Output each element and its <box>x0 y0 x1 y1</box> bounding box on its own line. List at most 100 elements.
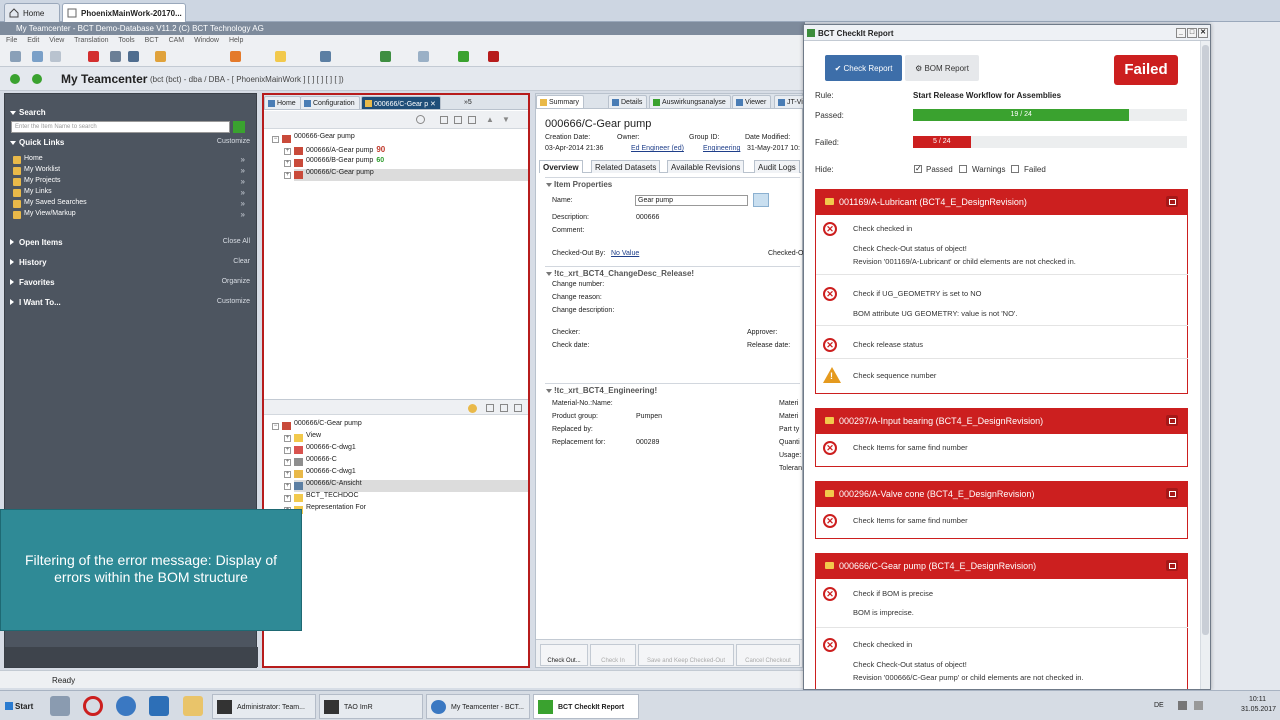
maximize-icon[interactable]: □ <box>1187 28 1197 38</box>
menu-help[interactable]: Help <box>229 37 243 44</box>
bom-report-button[interactable]: ⚙ BOM Report <box>905 55 979 81</box>
tab-overview[interactable]: Overview <box>539 160 583 173</box>
dialog-scrollbar[interactable] <box>1200 41 1210 689</box>
quick-link-saved-searches[interactable]: My Saved Searches» <box>13 199 245 210</box>
checked-out-value[interactable]: No Value <box>611 250 639 257</box>
open-external-icon[interactable] <box>1166 196 1178 207</box>
copy-icon[interactable] <box>50 51 61 62</box>
tree-item-techdoc[interactable]: BCT_TECHDOC <box>294 492 359 504</box>
menu-cam[interactable]: CAM <box>169 37 185 44</box>
i-want-to-section[interactable]: I Want To... Customize <box>5 294 258 310</box>
network-icon[interactable] <box>1178 701 1187 710</box>
back-icon[interactable] <box>10 74 20 84</box>
tree-expand-toggle[interactable]: + <box>284 172 291 179</box>
hide-failed-checkbox[interactable] <box>1011 165 1019 173</box>
open-external-icon[interactable] <box>1166 560 1178 571</box>
quick-link-view-markup[interactable]: My View/Markup» <box>13 210 245 221</box>
tab-viewer[interactable]: Viewer <box>732 95 772 108</box>
layout-icon[interactable] <box>128 51 139 62</box>
start-button[interactable]: Start <box>2 696 38 716</box>
tree-item-model[interactable]: 000666-C <box>294 456 337 468</box>
minimize-icon[interactable]: _ <box>1176 28 1186 38</box>
cut-icon[interactable] <box>110 51 121 62</box>
expand-below-icon[interactable] <box>514 404 522 412</box>
browser-tab-phoenix[interactable]: PhoenixMainWork-20170... <box>62 3 186 22</box>
tree-item-representation[interactable]: Representation For <box>294 504 366 516</box>
quick-link-home[interactable]: Home» <box>13 155 245 166</box>
arrow-up-icon[interactable]: ▲ <box>486 115 494 124</box>
tree-expand-toggle[interactable]: + <box>284 435 291 442</box>
tree-item-ansicht[interactable]: 000666/C-Ansicht <box>294 480 528 492</box>
collapse-all-icon[interactable] <box>486 404 494 412</box>
explorer-icon[interactable] <box>183 696 203 716</box>
tree-expand-toggle[interactable]: + <box>284 495 291 502</box>
forward-icon[interactable] <box>32 74 42 84</box>
folder-icon[interactable] <box>275 51 286 62</box>
menu-view[interactable]: View <box>49 37 64 44</box>
search-section[interactable]: Search <box>5 104 258 120</box>
open-icon[interactable] <box>32 51 43 62</box>
tab-overflow[interactable]: »5 <box>452 96 476 109</box>
computer-icon[interactable] <box>50 696 70 716</box>
tree-expand-toggle[interactable]: + <box>284 447 291 454</box>
volume-icon[interactable] <box>1194 701 1203 710</box>
organize-link[interactable]: Organize <box>222 278 250 285</box>
taskbar-my-teamcenter[interactable]: My Teamcenter - BCT... <box>426 694 530 719</box>
engineering-section[interactable]: !tc_xrt_BCT4_Engineering! <box>545 383 800 395</box>
tree-item-revision-b[interactable]: 000666/B-Gear pump 60 <box>294 157 384 169</box>
quick-link-worklist[interactable]: My Worklist» <box>13 166 245 177</box>
taskbar-tao-imr[interactable]: TAO ImR <box>319 694 423 719</box>
scrollbar-thumb[interactable] <box>1202 45 1209 635</box>
tab-audit-logs[interactable]: Audit Logs <box>754 160 800 173</box>
tab-impact-analysis[interactable]: Auswirkungsanalyse <box>649 95 731 108</box>
tree-expand-toggle[interactable]: + <box>284 459 291 466</box>
quick-links-section[interactable]: Quick Links Customize <box>5 134 258 150</box>
expand-all-icon[interactable] <box>500 404 508 412</box>
group-link[interactable]: Engineering <box>703 145 740 152</box>
clock-time[interactable]: 10:11 <box>1249 696 1266 703</box>
history-section[interactable]: History Clear <box>5 254 258 270</box>
add-icon[interactable] <box>468 404 477 413</box>
arrow-down-icon[interactable]: ▼ <box>502 115 510 124</box>
cancel-checkout-button[interactable]: Cancel Checkout <box>736 644 800 666</box>
workflow-icon[interactable] <box>380 51 391 62</box>
tree-item-dwg1[interactable]: 000666-C-dwg1 <box>294 444 356 456</box>
tab-summary[interactable]: Summary <box>536 95 584 108</box>
refresh-icon[interactable] <box>458 51 469 62</box>
translate-icon[interactable] <box>753 193 769 207</box>
menu-bct[interactable]: BCT <box>145 37 159 44</box>
tree-item-gear-pump[interactable]: 000666-Gear pump <box>282 133 355 145</box>
tool-icon[interactable] <box>230 51 241 62</box>
tab-related-datasets[interactable]: Related Datasets <box>591 160 661 173</box>
card-header[interactable]: 000666/C-Gear pump (BCT4_E_DesignRevisio… <box>815 553 1188 579</box>
tree-item-revision-c[interactable]: 000666/C-Gear pump <box>294 169 528 181</box>
check-out-button[interactable]: Check Out... <box>540 644 588 666</box>
collapse-all-icon[interactable] <box>440 116 448 124</box>
tree-collapse-toggle[interactable]: − <box>272 423 279 430</box>
tab-available-revisions[interactable]: Available Revisions <box>667 160 745 173</box>
tree-item-revision-a[interactable]: 000666/A-Gear pump 90 <box>294 145 385 157</box>
teamcenter-icon[interactable] <box>116 696 136 716</box>
favorites-section[interactable]: Favorites Organize <box>5 274 258 290</box>
check-report-button[interactable]: ✔ Check Report <box>825 55 902 81</box>
card-header[interactable]: 000297/A-Input bearing (BCT4_E_DesignRev… <box>815 408 1188 434</box>
customize-link[interactable]: Customize <box>217 138 250 145</box>
quick-link-links[interactable]: My Links» <box>13 188 245 199</box>
hide-warnings-checkbox[interactable] <box>959 165 967 173</box>
delete-icon[interactable] <box>88 51 99 62</box>
save-keep-checked-out-button[interactable]: Save and Keep Checked-Out <box>638 644 734 666</box>
card-header[interactable]: 001169/A-Lubricant (BCT4_E_DesignRevisio… <box>815 189 1188 215</box>
opera-icon[interactable] <box>83 696 103 716</box>
item-properties-section[interactable]: Item Properties <box>545 177 800 189</box>
paste-icon[interactable] <box>155 51 166 62</box>
open-external-icon[interactable] <box>1166 415 1178 426</box>
tree-item-view[interactable]: View <box>294 432 321 444</box>
name-field[interactable]: Gear pump <box>635 195 748 206</box>
tab-gear-pump[interactable]: 000666/C-Gear p ✕ <box>361 96 441 109</box>
hide-passed-checkbox[interactable]: ✓ <box>914 165 922 173</box>
menu-window[interactable]: Window <box>194 37 219 44</box>
clock-date[interactable]: 31.05.2017 <box>1241 706 1276 713</box>
close-all-link[interactable]: Close All <box>223 238 250 245</box>
open-external-icon[interactable] <box>1166 488 1178 499</box>
tree-expand-toggle[interactable]: + <box>284 148 291 155</box>
